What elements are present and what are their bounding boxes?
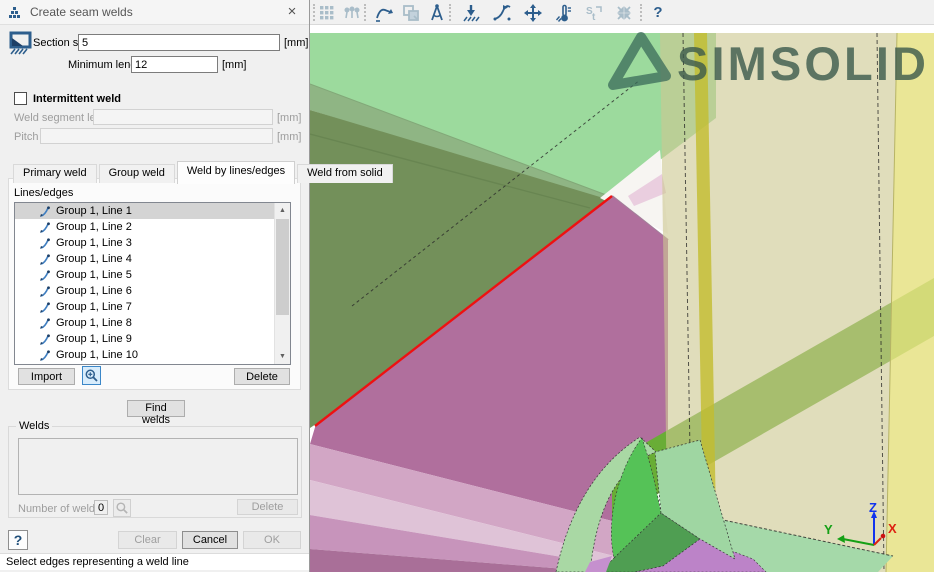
line-edge-icon: [39, 285, 52, 298]
st-transform-icon: S t: [583, 2, 605, 23]
import-button[interactable]: Import: [18, 368, 75, 385]
line-edge-icon: [39, 205, 52, 218]
number-of-welds-value: 0: [94, 500, 108, 515]
line-edge-icon: [39, 253, 52, 266]
zoom-to-selection-button[interactable]: [82, 366, 101, 385]
ok-button: OK: [243, 531, 301, 549]
list-item[interactable]: Group 1, Line 5: [15, 267, 290, 283]
triad-x-label: X: [888, 521, 897, 536]
create-seam-welds-dialog: Create seam welds × Section size [mm] Mi…: [0, 0, 310, 572]
line-edge-icon: [39, 349, 52, 362]
main-toolbar: S t ?: [310, 0, 934, 25]
cancel-button[interactable]: Cancel: [182, 531, 238, 549]
fit-resize-icon: [613, 2, 635, 23]
minimum-length-unit: [mm]: [222, 59, 246, 71]
toolbar-separator: [640, 4, 642, 21]
list-item[interactable]: Group 1, Line 7: [15, 299, 290, 315]
pitch-unit: [mm]: [277, 131, 301, 143]
tab-strip: Primary weldGroup weldWeld by lines/edge…: [13, 160, 395, 183]
pitch-input: [40, 128, 273, 144]
help-icon[interactable]: ?: [647, 2, 669, 23]
line-edge-icon: [39, 301, 52, 314]
lines-edges-listbox: Group 1, Line 1 Group 1, Line 2 Group 1,: [14, 202, 291, 365]
dialog-title: Create seam welds: [30, 5, 133, 19]
magnifier-disabled-icon: [115, 501, 129, 515]
path-weld-icon[interactable]: [491, 2, 513, 23]
list-item[interactable]: Group 1, Line 10: [15, 347, 290, 363]
pitch-label: Pitch: [14, 131, 38, 143]
list-item[interactable]: Group 1, Line 8: [15, 315, 290, 331]
welds-listbox: [18, 438, 298, 495]
lines-edges-label: Lines/edges: [14, 187, 73, 199]
list-item[interactable]: Group 1, Line 4: [15, 251, 290, 267]
toolbar-separator: [364, 4, 366, 21]
list-scrollbar[interactable]: ▲ ▼: [274, 203, 290, 364]
toolbar-separator: [449, 4, 451, 21]
toolbar-separator: [313, 4, 315, 21]
weld-segment-length-input: [93, 109, 273, 125]
line-edge-icon: [39, 269, 52, 282]
move-spots-icon[interactable]: [522, 2, 544, 23]
delete-welds-button: Delete: [237, 499, 298, 515]
viewport-3d[interactable]: SIMSOLID Z Y X: [310, 25, 934, 572]
help-button[interactable]: ?: [8, 530, 28, 550]
weld-segment-length-unit: [mm]: [277, 112, 301, 124]
list-item[interactable]: Group 1, Line 1: [15, 203, 290, 219]
seam-weld-icon[interactable]: [373, 2, 395, 23]
grid-icon: [316, 2, 338, 23]
scroll-down-icon[interactable]: ▼: [275, 349, 290, 364]
triad-y-label: Y: [824, 522, 833, 537]
section-size-unit: [mm]: [284, 37, 308, 49]
line-edge-icon: [39, 317, 52, 330]
measure-icon[interactable]: [426, 2, 448, 23]
find-welds-button[interactable]: Find welds: [127, 400, 185, 417]
intermittent-weld-checkbox[interactable]: [14, 92, 27, 105]
line-edge-icon: [39, 221, 52, 234]
minimum-length-input[interactable]: [131, 56, 218, 73]
close-icon[interactable]: ×: [283, 3, 301, 21]
svg-text:t: t: [592, 12, 596, 23]
section-size-icon: [8, 31, 33, 56]
scroll-thumb[interactable]: [276, 219, 289, 315]
list-item[interactable]: Group 1, Line 2: [15, 219, 290, 235]
magnifier-icon: [84, 368, 99, 383]
welds-group-label: Welds: [16, 420, 52, 432]
zoom-to-welds-button: [113, 499, 131, 517]
tab[interactable]: Primary weld: [13, 164, 97, 183]
clear-button: Clear: [118, 531, 177, 549]
seam-weld-dialog-icon: [7, 4, 24, 21]
group-weld-icon: [400, 2, 422, 23]
tab[interactable]: Group weld: [99, 164, 175, 183]
list-item[interactable]: Group 1, Line 3: [15, 235, 290, 251]
logo-text: SIMSOLID: [677, 37, 927, 90]
spot-welds-icon: [341, 2, 363, 23]
dialog-titlebar[interactable]: Create seam welds ×: [0, 0, 309, 25]
scroll-up-icon[interactable]: ▲: [275, 203, 290, 218]
delete-lines-button[interactable]: Delete: [234, 368, 290, 385]
intermittent-weld-label: Intermittent weld: [33, 93, 121, 105]
list-item[interactable]: Group 1, Line 6: [15, 283, 290, 299]
tab[interactable]: Weld from solid: [297, 164, 393, 183]
tab[interactable]: Weld by lines/edges: [177, 161, 295, 184]
number-of-welds-label: Number of welds: [18, 503, 101, 515]
thermal-icon[interactable]: [553, 2, 575, 23]
status-bar: Select edges representing a weld line: [0, 553, 309, 570]
list-item[interactable]: Group 1, Line 9: [15, 331, 290, 347]
app-window: Create seam welds × Section size [mm] Mi…: [0, 0, 934, 572]
section-size-input[interactable]: [78, 34, 280, 51]
triad-z-label: Z: [869, 500, 877, 515]
line-edge-icon: [39, 333, 52, 346]
apply-load-icon[interactable]: [460, 2, 482, 23]
line-edge-icon: [39, 237, 52, 250]
